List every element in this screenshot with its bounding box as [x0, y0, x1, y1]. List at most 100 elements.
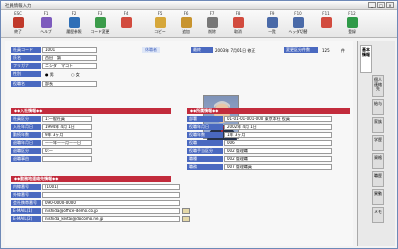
function-key-label: F6 — [183, 11, 189, 16]
maximize-button[interactable]: □ — [377, 2, 385, 8]
tab-3[interactable]: 給与 — [372, 99, 384, 115]
company-field-label: 退職年月日 — [11, 140, 41, 146]
sex-female-radio[interactable]: ○ 女 — [71, 72, 80, 78]
company-field-input[interactable]: 1994年 4月 1日 — [42, 124, 92, 130]
toolbar-button-label: ヘルプ — [40, 29, 52, 34]
tab-2[interactable]: 個人連絡先 — [372, 75, 384, 97]
revision-count-label: 変更区分件数 — [284, 47, 318, 53]
toolbar-button-label: コード変更 — [90, 29, 110, 34]
contact-field-input[interactable]: (1001) — [42, 184, 180, 190]
tab-7[interactable]: 職歴 — [372, 171, 384, 187]
toolbar-button-f11[interactable]: F11 — [313, 11, 339, 37]
kana-input[interactable]: ニシダ マコト — [42, 63, 97, 69]
contact-field-input[interactable]: nishida@office-demo.co.jp — [42, 208, 180, 214]
list-icon — [266, 17, 278, 28]
undo-icon — [232, 17, 244, 28]
company-field-input[interactable]: 9年 3ヶ月 — [42, 132, 92, 138]
company-field-label: 退職区分 — [11, 148, 41, 154]
last-update-label: 最終 — [191, 47, 213, 53]
toolbar-button-f6[interactable]: F6 追加 — [173, 11, 199, 37]
department-field-label: 役職手当区分 — [187, 148, 223, 154]
contact-field-input[interactable]: nishida_keitai@docomo.ne.jp — [42, 216, 180, 222]
department-field-input[interactable]: 002 管理職 — [224, 148, 332, 154]
function-key-label: F2 — [71, 11, 77, 16]
window-title: 社員情報入力 — [5, 4, 32, 9]
toolbar-button-f7[interactable]: F7 削除 — [199, 11, 225, 37]
tab-4[interactable]: 家族 — [372, 117, 384, 133]
employee-code-label: 社員コード — [11, 47, 41, 53]
department-field-input[interactable]: 01-01-01-001-000 東京本社 役員 — [224, 116, 332, 122]
name-input[interactable]: 西田 誠 — [42, 55, 97, 61]
kana-label: フリガナ — [11, 63, 41, 69]
tab-8[interactable]: 異動 — [372, 189, 384, 205]
close-window-button[interactable]: × — [386, 2, 394, 8]
toolbar-button-f10[interactable]: F10 ヘッダ切替 — [285, 11, 311, 37]
contact-field-label: 会社携帯番号 — [11, 200, 41, 206]
company-field-input[interactable]: ——年——月——日 — [42, 140, 92, 146]
tab-6[interactable]: 資格 — [372, 153, 384, 169]
department-field-label: 役職年月日 — [187, 124, 223, 130]
cancel-icon — [120, 17, 132, 28]
department-field-label: 役職 — [187, 140, 223, 146]
employee-form: 社員コード 1001 休職者 最終 2003年 7月01日 修正 変更区分件数 … — [5, 41, 353, 246]
last-update-value: 2003年 7月01日 修正 — [215, 48, 256, 53]
tab-5[interactable]: 学歴 — [372, 135, 384, 151]
toolbar-button-f12[interactable]: F12 登録 — [339, 11, 365, 37]
department-field-input[interactable]: 2002年 4月 1日 — [224, 124, 332, 130]
revision-count-unit: 件 — [341, 48, 345, 53]
toolbar-button-f3[interactable]: F3 コード変更 — [87, 11, 113, 37]
name-label: 氏名 — [11, 55, 41, 61]
toolbar-button-f2[interactable]: F2 履歴参照 — [61, 11, 87, 37]
minimize-button[interactable]: _ — [368, 2, 376, 8]
toolbar-button-label: ヘッダ切替 — [288, 29, 308, 34]
company-field-label: 入社年月日 — [11, 124, 41, 130]
toolbar-button-f1[interactable]: F1 ヘルプ — [33, 11, 59, 37]
department-field-label: 部署 — [187, 116, 223, 122]
toolbar-button-f9[interactable]: F9 一覧 — [259, 11, 285, 37]
function-key-toolbar: ESC 終了 F1 ヘルプ F2 履歴参照 F3 コード変更 F4 F5 コピー F6 追加 F7 削除 F8… — [1, 10, 397, 38]
function-key-label: F1 — [43, 11, 49, 16]
disabled-icon — [320, 17, 332, 28]
toolbar-button-f4[interactable]: F4 — [113, 11, 139, 37]
toolbar-button-label: 一覧 — [268, 29, 276, 34]
lookup-button[interactable] — [182, 208, 190, 214]
history-icon — [68, 17, 80, 28]
company-field-input[interactable] — [42, 156, 92, 162]
contact-field-input[interactable] — [42, 192, 180, 198]
delete-icon — [206, 17, 218, 28]
window-controls: _ □ × — [368, 2, 394, 8]
company-field-input[interactable]: 0:— — [42, 148, 92, 154]
function-key-label: ESC — [14, 11, 22, 16]
department-field-input[interactable]: 002 管理職 — [224, 156, 332, 162]
function-key-label: F5 — [157, 11, 163, 16]
contact-field-label: E-MAIL(1) — [11, 208, 41, 214]
copy-icon — [154, 17, 166, 28]
department-field-label: 役職年数 — [187, 132, 223, 138]
function-key-label: F8 — [235, 11, 241, 16]
department-field-input[interactable]: 1年 3ヶ月 — [224, 132, 332, 138]
tab-9[interactable]: メモ — [372, 207, 384, 223]
title-bar: 社員情報入力 _ □ × — [1, 1, 397, 10]
function-key-label: F7 — [209, 11, 215, 16]
toolbar-button-esc[interactable]: ESC 終了 — [5, 11, 31, 37]
switch-icon — [292, 17, 304, 28]
employee-code-input[interactable]: 1001 — [42, 47, 97, 53]
department-field-label: 職種 — [187, 156, 223, 162]
add-icon — [180, 17, 192, 28]
save-icon — [346, 17, 358, 28]
tab-1[interactable]: 基本情報 — [360, 45, 372, 73]
company-field-input[interactable]: 1:一般社員 — [42, 116, 92, 122]
department-section-header: ◆◆所属情報◆◆ — [187, 108, 350, 114]
revision-count-value: 125 — [322, 48, 330, 53]
post-label: 役職名 — [11, 81, 41, 87]
post-input[interactable]: 部長 — [42, 81, 97, 87]
toolbar-button-f8[interactable]: F8 取消 — [225, 11, 251, 37]
sex-male-radio[interactable]: ● 男 — [45, 72, 54, 78]
status-badge: 休職者 — [142, 47, 160, 53]
department-field-input[interactable]: 006 — [224, 140, 332, 146]
department-field-input[interactable]: 007 管理職員 — [224, 164, 332, 170]
toolbar-button-label: 終了 — [14, 29, 22, 34]
toolbar-button-f5[interactable]: F5 コピー — [147, 11, 173, 37]
lookup-button[interactable] — [182, 216, 190, 222]
contact-field-input[interactable]: 090-0000-0000 — [42, 200, 180, 206]
